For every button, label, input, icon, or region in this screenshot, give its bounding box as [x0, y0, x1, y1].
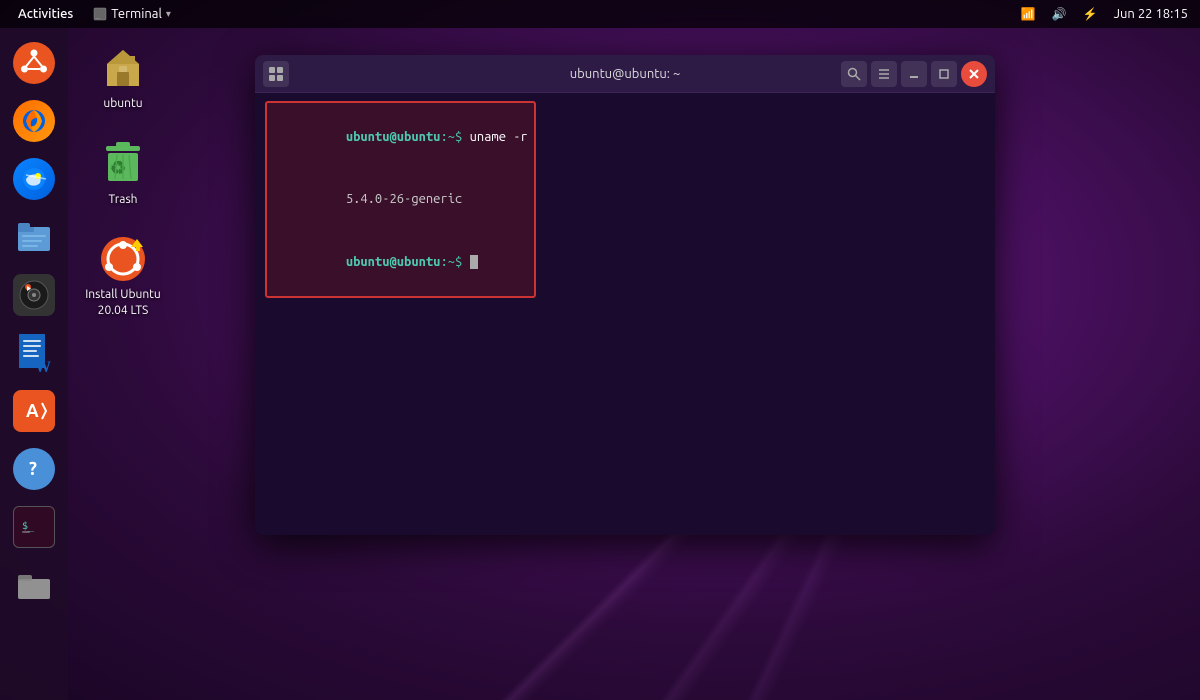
desktop-icon-ubuntu-home[interactable]: ubuntu	[78, 40, 168, 116]
terminal-line-2: 5.4.0-26-generic	[273, 168, 528, 230]
network-icon: 📶	[1021, 7, 1036, 21]
folder-bottom-icon	[13, 564, 55, 606]
terminal-titlebar-right	[841, 61, 987, 87]
terminal-window: ubuntu@ubuntu: ~	[255, 55, 995, 535]
terminal-highlighted-region: ubuntu@ubuntu:~$ uname -r 5.4.0-26-gener…	[265, 101, 536, 298]
desktop-icon-install-ubuntu[interactable]: Install Ubuntu 20.04 LTS	[78, 231, 168, 322]
datetime-display[interactable]: Jun 22 18:15	[1114, 7, 1188, 21]
dock-item-files-bottom[interactable]	[4, 560, 64, 612]
topbar-left: Activities _ Terminal ▾	[12, 5, 177, 23]
home-folder-icon	[99, 44, 147, 92]
dock-item-ubuntu[interactable]	[4, 38, 64, 90]
ubuntu-logo-icon	[13, 42, 55, 84]
svg-text:$_: $_	[22, 521, 35, 532]
output-text-1: 5.4.0-26-generic	[346, 192, 462, 206]
dock-item-thunderbird[interactable]	[4, 154, 64, 206]
sound-icon: 🔊	[1052, 7, 1067, 21]
home-folder-label: ubuntu	[103, 96, 142, 112]
terminal-dock-icon: $_	[13, 506, 55, 548]
firefox-icon	[13, 100, 55, 142]
desktop-icon-trash[interactable]: ♻ Trash	[78, 136, 168, 212]
power-icon: ⚡	[1083, 7, 1098, 21]
terminal-titlebar: ubuntu@ubuntu: ~	[255, 55, 995, 93]
dock: W A ?	[0, 28, 68, 700]
appstore-icon: A	[13, 390, 55, 432]
terminal-line-3: ubuntu@ubuntu:~$	[273, 231, 528, 293]
dock-item-help[interactable]: ?	[4, 444, 64, 496]
rhythmbox-icon	[13, 274, 55, 316]
terminal-body[interactable]: ubuntu@ubuntu:~$ uname -r 5.4.0-26-gener…	[255, 93, 995, 535]
terminal-menu-button[interactable]: _ Terminal ▾	[87, 5, 177, 23]
trash-icon: ♻	[99, 140, 147, 188]
command-text-1: uname -r	[470, 130, 528, 144]
terminal-new-tab-button[interactable]	[263, 61, 289, 87]
topbar-right: 📶 🔊 ⚡ Jun 22 18:15	[1021, 7, 1188, 21]
svg-text:W: W	[35, 359, 51, 374]
dock-item-terminal[interactable]: $_	[4, 502, 64, 554]
terminal-maximize-button[interactable]	[931, 61, 957, 87]
terminal-search-button[interactable]	[841, 61, 867, 87]
terminal-line-1: ubuntu@ubuntu:~$ uname -r	[273, 106, 528, 168]
prompt-user-1: ubuntu@ubuntu	[346, 130, 441, 144]
svg-text:_: _	[96, 10, 101, 19]
activities-button[interactable]: Activities	[12, 5, 79, 23]
terminal-menu-icon: _	[93, 7, 107, 21]
svg-text:A: A	[26, 401, 39, 421]
install-ubuntu-label: Install Ubuntu 20.04 LTS	[85, 287, 161, 318]
terminal-minimize-button[interactable]	[901, 61, 927, 87]
prompt-user-2: ubuntu@ubuntu	[346, 255, 441, 269]
help-icon: ?	[13, 448, 55, 490]
writer-icon: W	[13, 332, 55, 374]
dock-item-files[interactable]	[4, 212, 64, 264]
terminal-menu-btn[interactable]	[871, 61, 897, 87]
dock-item-writer[interactable]: W	[4, 328, 64, 380]
terminal-cursor	[470, 255, 478, 269]
dock-item-rhythmbox[interactable]	[4, 270, 64, 322]
terminal-titlebar-left	[263, 61, 289, 87]
terminal-close-button[interactable]	[961, 61, 987, 87]
terminal-title: ubuntu@ubuntu: ~	[570, 67, 681, 81]
thunderbird-icon	[13, 158, 55, 200]
files-icon	[13, 216, 55, 258]
desktop: Activities _ Terminal ▾ 📶 🔊 ⚡ Jun 22 18:…	[0, 0, 1200, 700]
desktop-icons-area: ubuntu ♻ Trash	[78, 40, 168, 322]
dock-item-firefox[interactable]	[4, 96, 64, 148]
topbar: Activities _ Terminal ▾ 📶 🔊 ⚡ Jun 22 18:…	[0, 0, 1200, 28]
install-ubuntu-icon	[99, 235, 147, 283]
dock-item-appstore[interactable]: A	[4, 386, 64, 438]
trash-label: Trash	[108, 192, 137, 208]
svg-text:?: ?	[29, 459, 37, 479]
